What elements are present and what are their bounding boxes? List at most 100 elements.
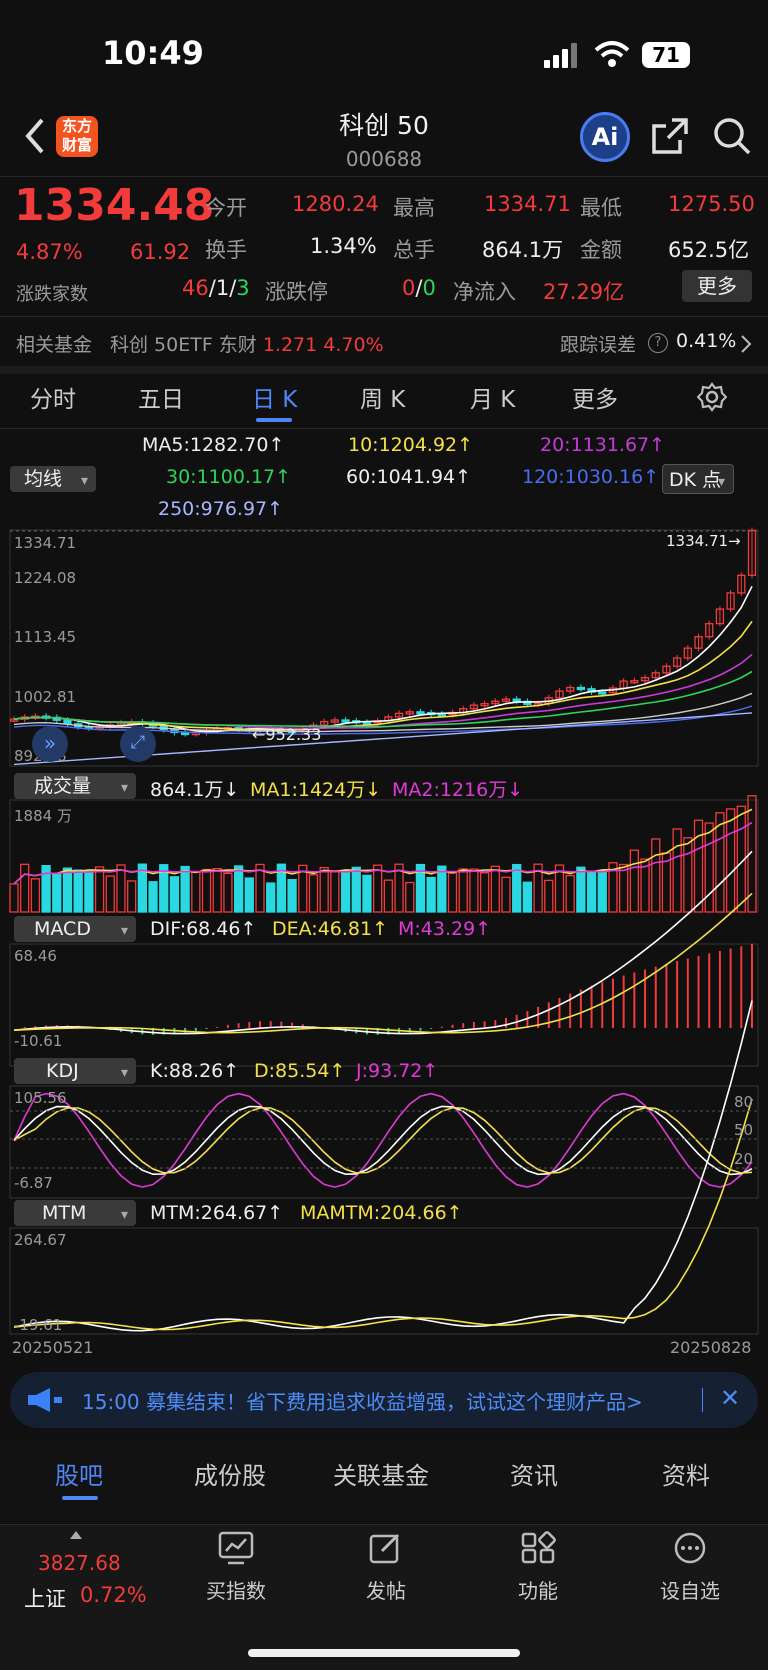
kdj-selector[interactable]: KDJ xyxy=(14,1058,136,1086)
kdj-j-line xyxy=(13,1092,753,1188)
tab-fenshi[interactable]: 分时 xyxy=(30,380,76,414)
kdj-y-min: -6.87 xyxy=(14,1174,53,1192)
volume-bar xyxy=(308,874,319,913)
amount-value: 652.5亿 xyxy=(668,238,750,262)
subtab-constituents[interactable]: 成份股 xyxy=(194,1456,266,1491)
volume-bar xyxy=(212,867,222,913)
candle-body xyxy=(598,691,607,695)
subtab-underline xyxy=(62,1496,98,1500)
help-icon[interactable]: ? xyxy=(648,333,668,353)
caret-up-icon xyxy=(70,1531,82,1539)
index-ticker[interactable]: 3827.68 上证 0.72% xyxy=(22,1531,152,1621)
ma10-line xyxy=(13,620,753,732)
kline-y-label: 1334.71 xyxy=(14,534,77,552)
limit-label: 涨跌停 xyxy=(265,280,328,304)
breadth-up: 46 xyxy=(182,276,209,300)
kline-min-label: ←952.33 xyxy=(252,725,322,744)
kdj-selector-label: KDJ xyxy=(46,1060,79,1082)
search-icon[interactable] xyxy=(712,116,752,160)
inflow-value: 27.29亿 xyxy=(543,280,625,304)
subtab-guba[interactable]: 股吧 xyxy=(55,1456,103,1491)
dk-button[interactable]: DK 点 xyxy=(662,464,734,497)
subtab-profile[interactable]: 资料 xyxy=(662,1456,710,1491)
index-name: 上证 xyxy=(24,1587,66,1611)
limit-values: 0/0 xyxy=(402,276,436,300)
promo-banner[interactable]: 15:00 募集结束！省下费用追求收益增强，试试这个理财产品> ✕ xyxy=(10,1372,758,1428)
open-value: 1280.24 xyxy=(292,192,379,216)
tab-wuri[interactable]: 五日 xyxy=(138,380,184,414)
breadth-sep1: / xyxy=(208,276,216,300)
share-icon[interactable] xyxy=(650,116,690,160)
fullscreen-icon[interactable]: ⤢ xyxy=(120,726,156,762)
breadth-label: 涨跌家数 xyxy=(16,284,88,305)
amount-label: 金额 xyxy=(580,238,622,262)
period-tabs: 分时 五日 日 K 周 K 月 K 更多 xyxy=(0,380,768,424)
macd-selector-label: MACD xyxy=(34,918,91,940)
tab-yuek[interactable]: 月 K xyxy=(470,380,515,414)
ai-button[interactable]: Ai xyxy=(580,112,630,162)
fund-link[interactable]: 科创 50ETF 东财 1.271 4.70% xyxy=(110,330,384,357)
macd-y-min: -10.61 xyxy=(14,1032,63,1050)
volume-bar xyxy=(725,808,736,913)
ma120-value: 120:1030.16↑ xyxy=(522,466,660,488)
chevron-right-icon[interactable] xyxy=(740,334,752,358)
volume-bar xyxy=(651,838,661,913)
more-button[interactable]: 更多 xyxy=(682,270,752,302)
breadth-down: 3 xyxy=(236,276,250,300)
subtab-news[interactable]: 资讯 xyxy=(510,1456,558,1491)
volume-bar xyxy=(479,872,490,913)
low-label: 最低 xyxy=(580,196,622,220)
volume-bar xyxy=(20,863,30,913)
volume-label: 总手 xyxy=(393,238,435,262)
volume-bar xyxy=(319,867,329,913)
tab-rik[interactable]: 日 K xyxy=(252,380,297,414)
volume-bar xyxy=(223,872,233,913)
mtm-selector-label: MTM xyxy=(42,1202,87,1224)
mtm-selector[interactable]: MTM xyxy=(14,1200,136,1228)
gear-icon[interactable] xyxy=(696,382,728,416)
tab-zhouk[interactable]: 周 K xyxy=(360,380,405,414)
volume-bar xyxy=(84,871,94,913)
volume-bar xyxy=(233,865,244,913)
macd-y-max: 68.46 xyxy=(14,947,57,965)
volume-bar xyxy=(597,869,607,913)
bottom-bar: 3827.68 上证 0.72% 买指数 发帖 功能 设自选 xyxy=(0,1524,768,1670)
functions-button[interactable]: 功能 xyxy=(498,1531,578,1621)
ma-selector[interactable]: 均线 xyxy=(10,466,96,494)
fund-price: 1.271 xyxy=(262,334,318,356)
volume-bar xyxy=(330,870,340,913)
mtm-value: MTM:264.67↑ xyxy=(150,1202,284,1224)
tab-more[interactable]: 更多 xyxy=(572,380,618,414)
buy-index-label: 买指数 xyxy=(206,1579,266,1603)
buy-index-button[interactable]: 买指数 xyxy=(196,1531,276,1621)
mtm-layer xyxy=(13,1000,753,1332)
dk-label: DK 点 xyxy=(669,469,722,491)
candle-body xyxy=(63,719,72,725)
add-watchlist-button[interactable]: 设自选 xyxy=(650,1531,730,1621)
ma60-value: 60:1041.94↑ xyxy=(346,466,472,488)
volume-current: 864.1万↓ xyxy=(150,779,240,801)
volume-bar xyxy=(62,867,73,913)
index-value: 3827.68 xyxy=(38,1551,121,1575)
chart-icon xyxy=(218,1531,254,1565)
close-icon[interactable]: ✕ xyxy=(720,1384,740,1412)
volume-bar xyxy=(576,866,586,913)
mamtm-value: MAMTM:204.66↑ xyxy=(300,1202,463,1224)
macd-selector[interactable]: MACD xyxy=(14,916,136,944)
inflow-label: 净流入 xyxy=(453,280,516,304)
volume-bar xyxy=(544,879,554,913)
macd-dea: DEA:46.81↑ xyxy=(272,918,389,940)
expand-left-icon[interactable]: » xyxy=(32,726,68,762)
candle-body xyxy=(512,698,521,703)
volume-bar xyxy=(565,874,575,913)
limit-up: 0 xyxy=(402,276,416,300)
subtab-related-funds[interactable]: 关联基金 xyxy=(333,1456,429,1491)
volume-selector[interactable]: 成交量 xyxy=(14,773,136,801)
kdj-d: D:85.54↑ xyxy=(254,1060,346,1082)
volume-bar xyxy=(127,880,137,913)
macd-dea-line xyxy=(13,892,753,1034)
kdj-y-max: 105.56 xyxy=(14,1089,67,1107)
date-end: 20250828 xyxy=(670,1338,752,1357)
track-value: 0.41% xyxy=(676,330,737,352)
post-button[interactable]: 发帖 xyxy=(346,1531,426,1621)
